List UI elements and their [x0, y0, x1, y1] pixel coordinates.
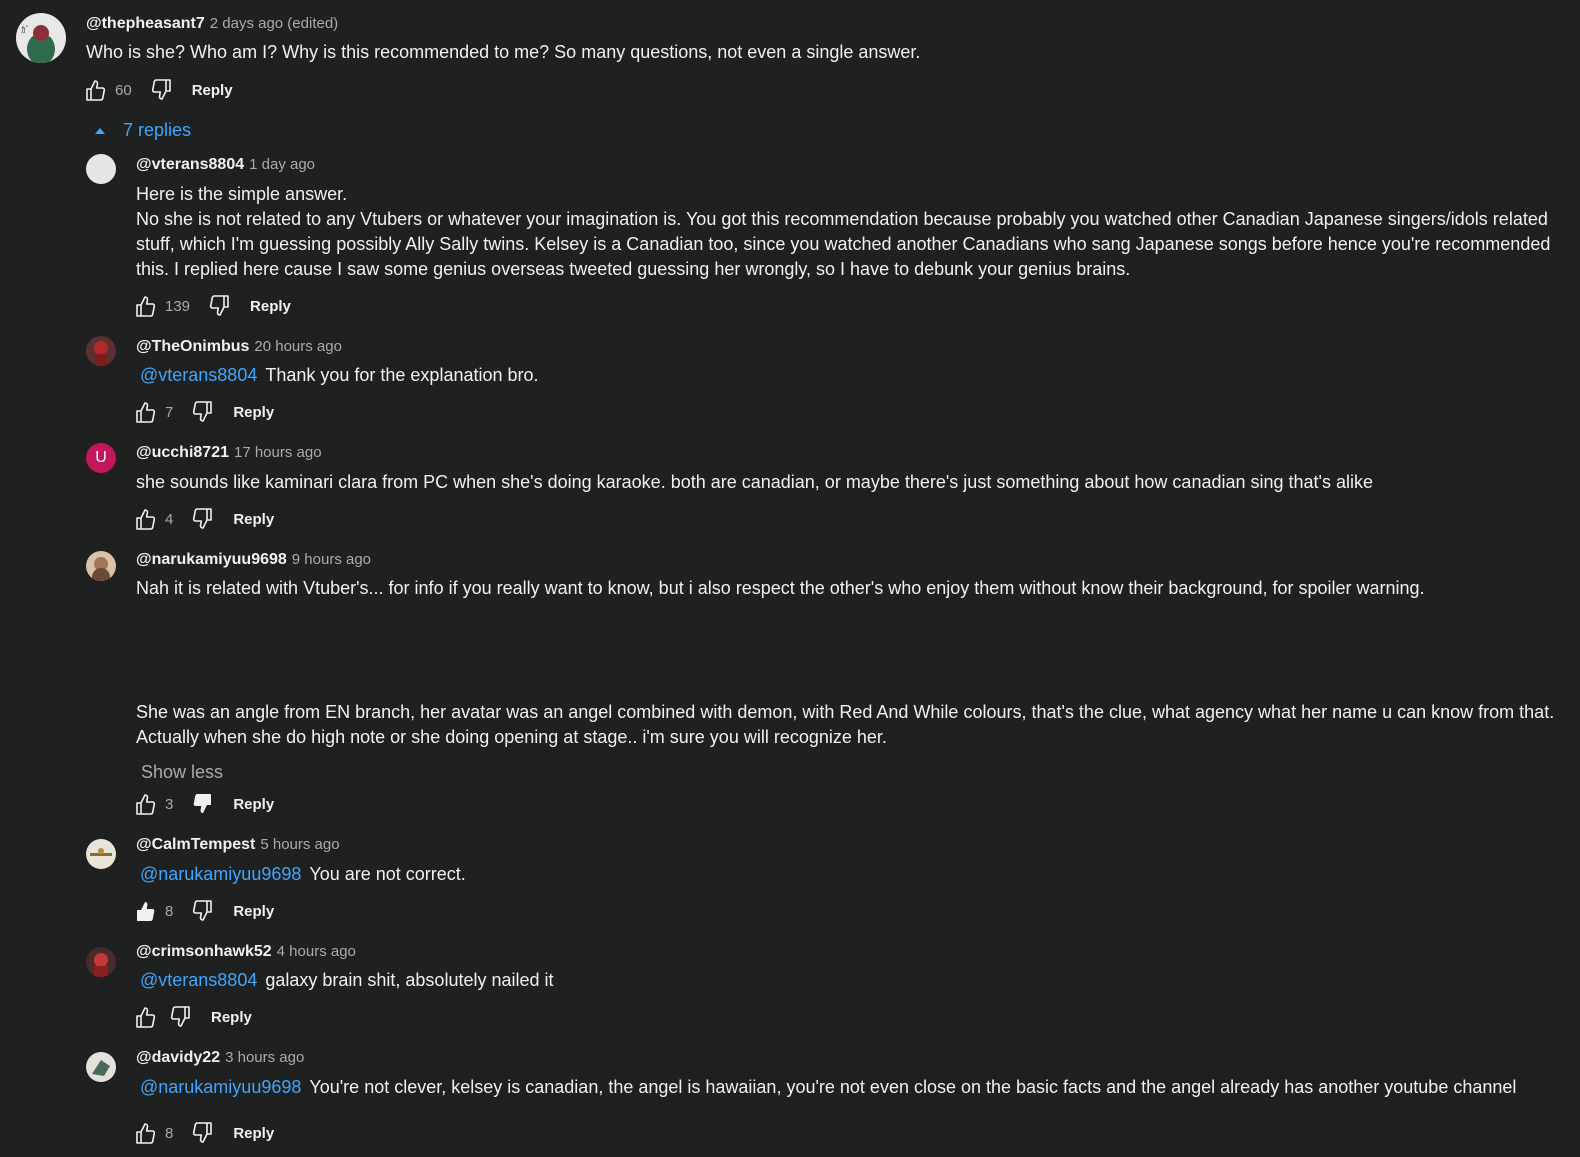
comment-text-continued: She was an angle from EN branch, her ava…	[136, 700, 1560, 750]
comment-author[interactable]: @crimsonhawk52 4 hours ago	[136, 943, 356, 961]
mention-link[interactable]: @vterans8804	[140, 365, 257, 385]
comment-timestamp[interactable]: 20 hours ago	[254, 338, 342, 355]
like-count: 7	[165, 403, 174, 421]
comment-actions: Reply	[131, 1003, 252, 1031]
author-name[interactable]: @TheOnimbus	[136, 338, 249, 355]
author-name[interactable]: @CalmTempest	[136, 836, 255, 853]
author-name[interactable]: @narukamiyuu9698	[136, 551, 287, 568]
comment-author[interactable]: @davidy22 3 hours ago	[136, 1049, 304, 1067]
comment-body: galaxy brain shit, absolutely nailed it	[265, 970, 554, 990]
comment-timestamp[interactable]: 3 hours ago	[225, 1049, 304, 1066]
thumb-down-icon[interactable]	[167, 1003, 195, 1031]
avatar[interactable]	[86, 839, 116, 869]
comment-text: @narukamiyuu9698 You are not correct.	[140, 862, 466, 887]
comment-text: Nah it is related with Vtuber's... for i…	[136, 578, 1425, 598]
mention-link[interactable]: @narukamiyuu9698	[140, 1077, 301, 1097]
comment-text: Who is she? Who am I? Why is this recomm…	[86, 42, 921, 62]
comment-author[interactable]: @TheOnimbus 20 hours ago	[136, 338, 342, 356]
thumb-up-icon[interactable]	[131, 1119, 159, 1147]
author-name[interactable]: @davidy22	[136, 1049, 220, 1066]
comment-author[interactable]: @narukamiyuu9698 9 hours ago	[136, 551, 371, 569]
comment-actions: 8 Reply	[131, 1119, 274, 1147]
comment-line: Actually when she do high note or she do…	[136, 727, 887, 747]
thumb-down-icon[interactable]	[189, 790, 217, 818]
thumb-down-icon[interactable]	[189, 1119, 217, 1147]
comment-author[interactable]: @vterans8804 1 day ago	[136, 156, 315, 174]
author-name[interactable]: @crimsonhawk52	[136, 943, 272, 960]
reply-button[interactable]: Reply	[233, 903, 274, 920]
avatar[interactable]	[86, 336, 116, 366]
like-count: 4	[165, 510, 174, 528]
thumb-down-icon[interactable]	[206, 292, 234, 320]
comment-line: No she is not related to any Vtubers or …	[136, 209, 1551, 279]
show-less-button[interactable]: Show less	[141, 762, 223, 783]
comment-timestamp[interactable]: 17 hours ago	[234, 444, 322, 461]
replies-toggle-label: 7 replies	[123, 120, 192, 140]
author-name[interactable]: @thepheasant7	[86, 15, 205, 32]
thumb-up-icon[interactable]	[131, 1003, 159, 1031]
thumb-down-icon[interactable]	[189, 505, 217, 533]
comment-author[interactable]: @CalmTempest 5 hours ago	[136, 836, 340, 854]
thumb-down-icon[interactable]	[189, 897, 217, 925]
comment-actions: 3 Reply	[131, 790, 274, 818]
author-name[interactable]: @ucchi8721	[136, 444, 229, 461]
author-name[interactable]: @vterans8804	[136, 156, 244, 173]
avatar[interactable]	[86, 154, 116, 184]
thumb-down-icon[interactable]	[148, 76, 176, 104]
reply-button[interactable]: Reply	[211, 1009, 252, 1026]
comment-actions: 139 Reply	[131, 292, 291, 320]
thumb-up-icon[interactable]	[131, 790, 159, 818]
like-count: 60	[115, 81, 132, 99]
reply-button[interactable]: Reply	[233, 404, 274, 421]
thumb-up-icon[interactable]	[131, 897, 159, 925]
comment-actions: 7 Reply	[131, 398, 274, 426]
comment-timestamp[interactable]: 2 days ago (edited)	[210, 15, 338, 32]
comment-actions: 8 Reply	[131, 897, 274, 925]
comment-timestamp[interactable]: 4 hours ago	[277, 943, 356, 960]
mention-link[interactable]: @narukamiyuu9698	[140, 864, 301, 884]
avatar[interactable]	[86, 947, 116, 977]
comment-timestamp[interactable]: 1 day ago	[249, 156, 315, 173]
comment-actions: 4 Reply	[131, 505, 274, 533]
like-count: 8	[165, 1124, 174, 1142]
comment-text: @vterans8804 Thank you for the explanatio…	[140, 363, 539, 388]
avatar[interactable]: U	[86, 443, 116, 473]
caret-up-icon	[95, 127, 105, 134]
mention-link[interactable]: @vterans8804	[140, 970, 257, 990]
comment-author[interactable]: @ucchi8721 17 hours ago	[136, 444, 322, 462]
comment-text: Here is the simple answer. No she is not…	[136, 182, 1560, 282]
comment-text: @vterans8804 galaxy brain shit, absolutel…	[140, 968, 554, 993]
thumb-up-icon[interactable]	[131, 292, 159, 320]
comment-line: She was an angle from EN branch, her ava…	[136, 702, 1555, 722]
reply-button[interactable]: Reply	[192, 82, 233, 99]
comment-line: Here is the simple answer.	[136, 184, 348, 204]
reply-button[interactable]: Reply	[233, 796, 274, 813]
reply-button[interactable]: Reply	[250, 298, 291, 315]
avatar[interactable]	[86, 1052, 116, 1082]
reply-button[interactable]: Reply	[233, 511, 274, 528]
avatar[interactable]: ｶﾞ	[16, 13, 66, 63]
thumb-down-icon[interactable]	[189, 398, 217, 426]
reply-button[interactable]: Reply	[233, 1125, 274, 1142]
comment-body: You are not correct.	[309, 864, 466, 884]
thumb-up-icon[interactable]	[131, 505, 159, 533]
comment-actions: 60 Reply	[81, 76, 233, 104]
comment-text: @narukamiyuu9698 You're not clever, kelse…	[140, 1075, 1516, 1100]
thumb-up-icon[interactable]	[81, 76, 109, 104]
comment-body: Thank you for the explanation bro.	[265, 365, 539, 385]
comment-author[interactable]: @thepheasant7 2 days ago (edited)	[86, 15, 338, 33]
like-count: 8	[165, 902, 174, 920]
avatar[interactable]	[86, 551, 116, 581]
avatar-letter: U	[95, 449, 107, 466]
like-count: 3	[165, 795, 174, 813]
replies-toggle-button[interactable]: 7 replies	[92, 120, 191, 141]
comment-text: she sounds like kaminari clara from PC w…	[136, 472, 1373, 492]
comment-body: You're not clever, kelsey is canadian, t…	[309, 1077, 1517, 1097]
like-count: 139	[165, 297, 191, 315]
svg-text:ｶﾞ: ｶﾞ	[21, 25, 30, 36]
thumb-up-icon[interactable]	[131, 398, 159, 426]
comment-timestamp[interactable]: 9 hours ago	[292, 551, 371, 568]
comment-timestamp[interactable]: 5 hours ago	[260, 836, 339, 853]
